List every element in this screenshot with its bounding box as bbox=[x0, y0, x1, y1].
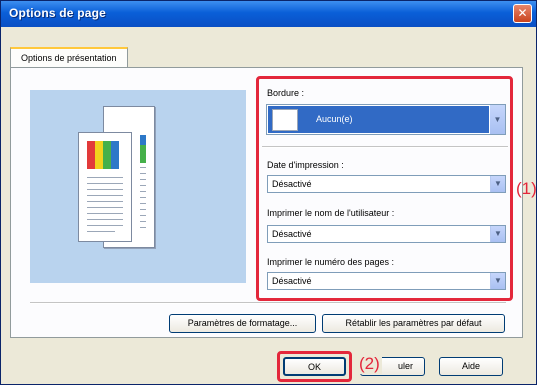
highlight-box-1 bbox=[256, 76, 513, 301]
title-bar[interactable]: Options de page ✕ bbox=[1, 1, 536, 27]
preview-page-front bbox=[78, 132, 132, 242]
tab-presentation-options[interactable]: Options de présentation bbox=[10, 47, 128, 68]
callout-2: (2) bbox=[357, 354, 382, 374]
highlight-box-2 bbox=[277, 351, 352, 382]
reset-defaults-button[interactable]: Rétablir les paramètres par défaut bbox=[322, 314, 505, 333]
panel-divider bbox=[30, 302, 506, 304]
help-button[interactable]: Aide bbox=[439, 357, 503, 376]
formatting-parameters-button[interactable]: Paramètres de formatage... bbox=[169, 314, 316, 333]
page-preview bbox=[30, 90, 246, 283]
close-button[interactable]: ✕ bbox=[513, 4, 532, 23]
dialog-title: Options de page bbox=[9, 6, 107, 20]
close-icon: ✕ bbox=[517, 6, 528, 20]
callout-1: (1) bbox=[516, 179, 537, 198]
